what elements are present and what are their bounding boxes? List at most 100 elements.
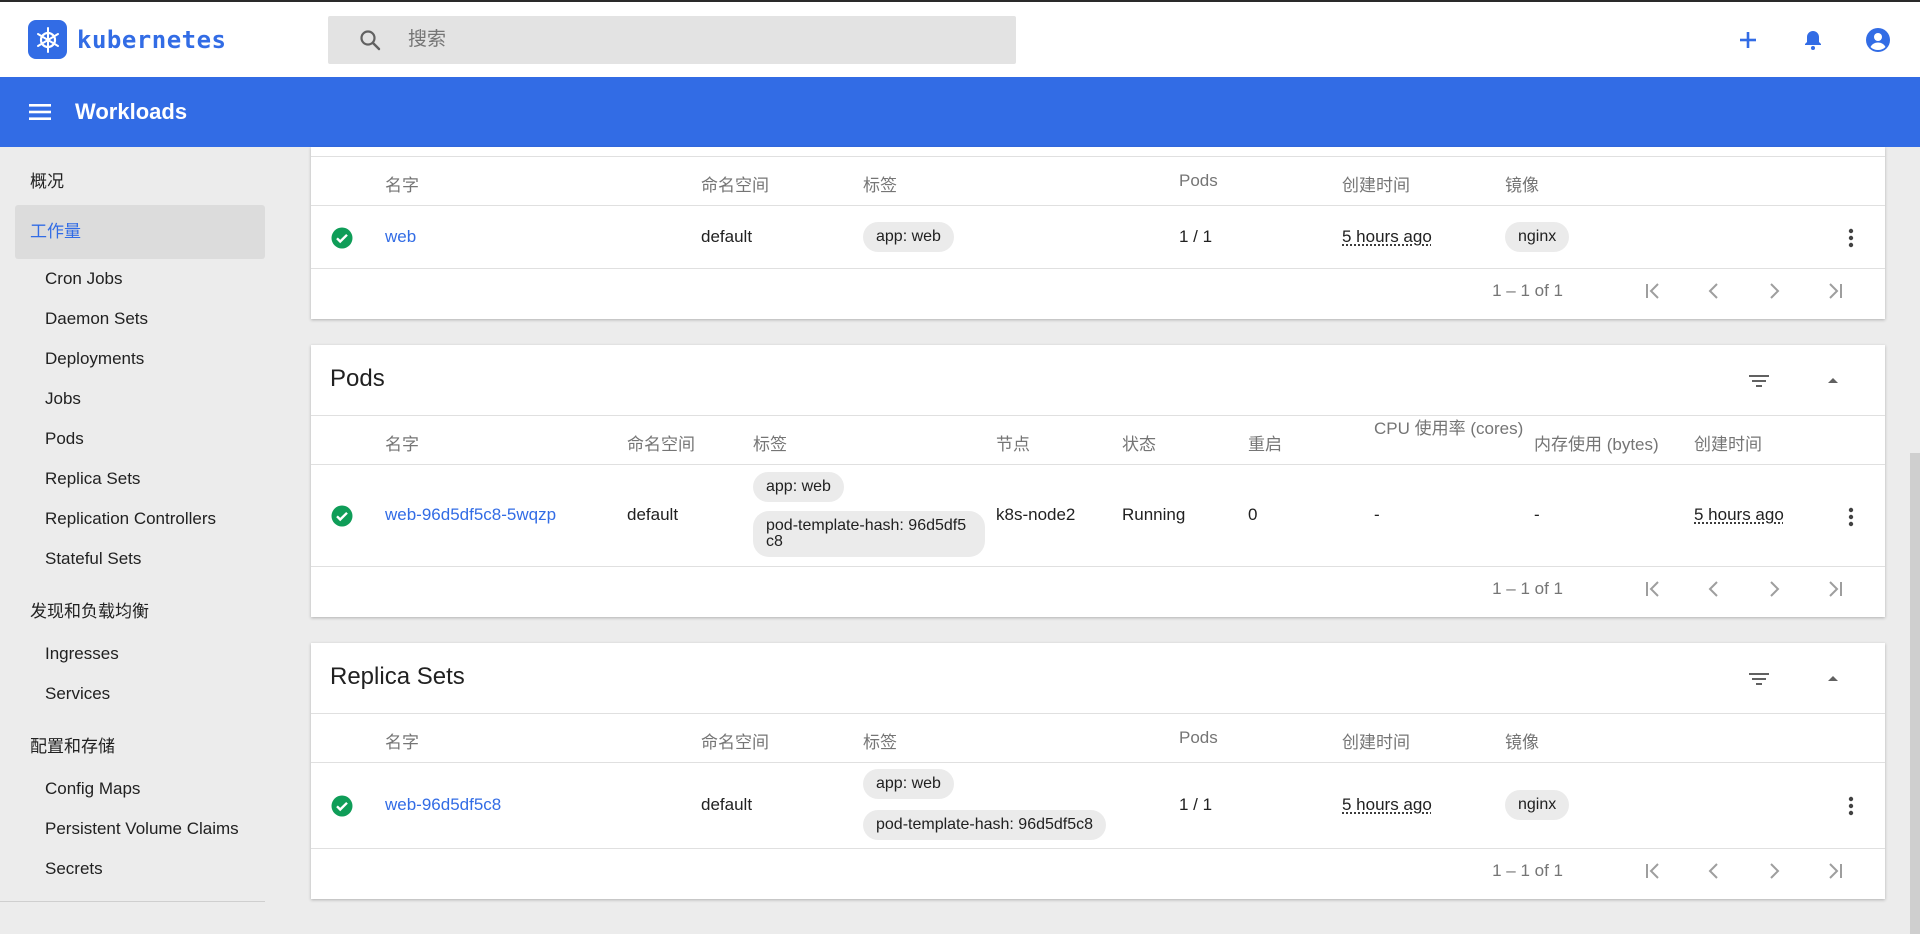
sidebar-item-ingresses[interactable]: Ingresses xyxy=(45,644,119,664)
restarts-value: 0 xyxy=(1248,505,1258,524)
column-header-name[interactable]: 名字 xyxy=(385,728,419,753)
sidebar-item-pvc[interactable]: Persistent Volume Claims xyxy=(45,819,239,839)
column-header-memory: 内存使用 (bytes) xyxy=(1534,435,1659,454)
image-chip: nginx xyxy=(1505,222,1570,252)
sidebar-item-services[interactable]: Services xyxy=(45,684,110,704)
prev-page-button[interactable] xyxy=(1699,574,1729,604)
search-input[interactable] xyxy=(408,29,968,51)
check-circle-icon xyxy=(331,505,353,527)
pod-name-link[interactable]: web-96d5df5c8-5wqzp xyxy=(385,505,556,525)
bell-icon xyxy=(1805,31,1821,50)
column-header-name[interactable]: 名字 xyxy=(385,430,419,455)
next-page-button[interactable] xyxy=(1759,276,1789,306)
menu-icon[interactable] xyxy=(28,100,52,124)
sidebar-item-stateful-sets[interactable]: Stateful Sets xyxy=(45,549,141,569)
create-button[interactable] xyxy=(1732,24,1764,56)
sidebar-item-cron-jobs[interactable]: Cron Jobs xyxy=(45,269,122,289)
sidebar-item-secrets[interactable]: Secrets xyxy=(45,859,103,879)
column-header-name[interactable]: 名字 xyxy=(385,171,419,196)
sidebar-item-discovery[interactable]: 发现和负载均衡 xyxy=(30,597,149,622)
arrow-up-icon xyxy=(1828,676,1838,681)
card-header-actions xyxy=(1701,663,1849,695)
column-header-restarts: 重启 xyxy=(1248,435,1282,454)
label-chip: app: web xyxy=(863,222,954,252)
first-page-button[interactable] xyxy=(1639,574,1669,604)
account-button[interactable] xyxy=(1862,24,1894,56)
deployment-name-link[interactable]: web xyxy=(385,227,416,247)
column-header-created[interactable]: 创建时间 xyxy=(1342,171,1410,196)
chevron-right-icon xyxy=(1770,283,1780,299)
sidebar-item-daemon-sets[interactable]: Daemon Sets xyxy=(45,309,148,329)
column-header-pods: Pods xyxy=(1179,171,1218,190)
account-icon xyxy=(1866,28,1890,52)
column-header-namespace[interactable]: 命名空间 xyxy=(627,430,695,455)
search-icon xyxy=(360,30,381,51)
label-chip: app: web xyxy=(863,769,954,799)
chevron-left-icon xyxy=(1708,283,1718,299)
collapse-button[interactable] xyxy=(1817,663,1849,695)
more-vert-icon[interactable] xyxy=(1839,505,1863,529)
chevron-left-icon xyxy=(1708,581,1718,597)
divider xyxy=(311,415,1885,416)
label-chip: pod-template-hash: 96d5df5c8 xyxy=(753,511,985,557)
last-page-icon xyxy=(1829,283,1842,299)
sidebar-item-jobs[interactable]: Jobs xyxy=(45,389,81,409)
column-header-status[interactable]: 状态 xyxy=(1122,430,1156,455)
last-page-button[interactable] xyxy=(1819,276,1849,306)
sidebar-item-config-maps[interactable]: Config Maps xyxy=(45,779,140,799)
node-value: k8s-node2 xyxy=(996,505,1076,524)
cpu-value: - xyxy=(1374,505,1380,524)
label-chip: pod-template-hash: 96d5df5c8 xyxy=(863,810,1107,840)
column-header-created[interactable]: 创建时间 xyxy=(1694,430,1762,455)
column-header-node[interactable]: 节点 xyxy=(996,430,1030,455)
divider xyxy=(311,848,1885,849)
check-circle-icon xyxy=(331,227,353,249)
collapse-button[interactable] xyxy=(1817,365,1849,397)
page-range: 1 – 1 of 1 xyxy=(1492,861,1563,880)
divider xyxy=(311,268,1885,269)
last-page-button[interactable] xyxy=(1819,856,1849,886)
divider xyxy=(311,464,1885,465)
filter-list-icon xyxy=(1749,375,1769,387)
chevron-left-icon xyxy=(1708,863,1718,879)
column-header-labels: 标签 xyxy=(863,176,897,195)
chevron-right-icon xyxy=(1770,581,1780,597)
page-range: 1 – 1 of 1 xyxy=(1492,281,1563,300)
next-page-button[interactable] xyxy=(1759,574,1789,604)
sidebar-item-pods[interactable]: Pods xyxy=(45,429,84,449)
sidebar-item-overview[interactable]: 概况 xyxy=(30,167,64,192)
pods-value: 1 / 1 xyxy=(1179,795,1213,814)
scrollbar[interactable] xyxy=(1910,453,1920,934)
divider xyxy=(311,762,1885,763)
replicaset-name-link[interactable]: web-96d5df5c8 xyxy=(385,795,501,815)
memory-value: - xyxy=(1534,505,1540,524)
filter-button[interactable] xyxy=(1743,365,1775,397)
sidebar-item-replica-sets[interactable]: Replica Sets xyxy=(45,469,140,489)
divider xyxy=(311,156,1885,157)
prev-page-button[interactable] xyxy=(1699,856,1729,886)
first-page-button[interactable] xyxy=(1639,276,1669,306)
column-header-created[interactable]: 创建时间 xyxy=(1342,728,1410,753)
sidebar-item-deployments[interactable]: Deployments xyxy=(45,349,144,369)
column-header-images: 镜像 xyxy=(1505,176,1539,195)
more-vert-icon[interactable] xyxy=(1839,226,1863,250)
top-actions xyxy=(1699,24,1894,56)
created-time: 5 hours ago xyxy=(1694,505,1784,524)
prev-page-button[interactable] xyxy=(1699,276,1729,306)
column-header-namespace[interactable]: 命名空间 xyxy=(701,171,769,196)
more-vert-icon[interactable] xyxy=(1839,794,1863,818)
notifications-button[interactable] xyxy=(1797,24,1829,56)
sidebar-item-workloads[interactable]: 工作量 xyxy=(15,205,265,259)
sidebar: 概况 工作量 Cron Jobs Daemon Sets Deployments… xyxy=(0,147,280,934)
column-header-namespace[interactable]: 命名空间 xyxy=(701,728,769,753)
card-header-actions xyxy=(1701,365,1849,397)
filter-button[interactable] xyxy=(1743,663,1775,695)
filter-list-icon xyxy=(1749,673,1769,685)
logo[interactable]: kubernetes xyxy=(28,20,227,59)
first-page-button[interactable] xyxy=(1639,856,1669,886)
sidebar-item-config[interactable]: 配置和存储 xyxy=(30,732,115,757)
next-page-button[interactable] xyxy=(1759,856,1789,886)
search-bar[interactable] xyxy=(328,16,1016,64)
last-page-button[interactable] xyxy=(1819,574,1849,604)
sidebar-item-replication-controllers[interactable]: Replication Controllers xyxy=(45,509,216,529)
